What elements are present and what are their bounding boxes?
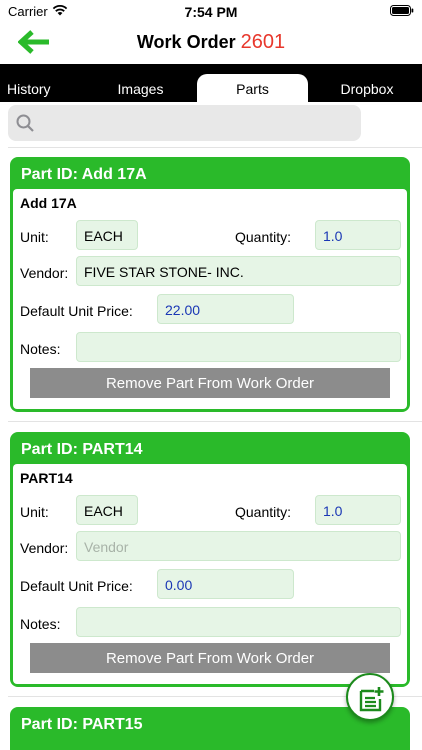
part-card-header: Part ID: PART14: [21, 441, 143, 458]
tab-history[interactable]: History: [0, 74, 88, 102]
notes-label: Notes:: [20, 616, 61, 632]
battery-icon: [390, 5, 414, 16]
default-unit-price-label: Default Unit Price:: [20, 303, 133, 319]
tab-dropbox[interactable]: Dropbox: [312, 74, 422, 102]
divider: [8, 147, 422, 148]
part-card-header: Part ID: Add 17A: [21, 166, 147, 183]
vendor-field[interactable]: FIVE STAR STONE- INC.: [76, 256, 401, 286]
search-input[interactable]: [42, 109, 352, 137]
notes-field[interactable]: [76, 607, 401, 637]
vendor-label: Vendor:: [20, 265, 69, 281]
clock: 7:54 PM: [184, 4, 238, 20]
page-title-text: Work Order: [136, 32, 236, 52]
add-note-button[interactable]: [346, 673, 394, 721]
quantity-label: Quantity:: [235, 504, 292, 520]
vendor-field[interactable]: Vendor: [76, 531, 401, 561]
vendor-label: Vendor:: [20, 540, 69, 556]
default-unit-price-field[interactable]: 22.00: [157, 294, 294, 324]
part-card-body: PART14 Unit: EACH Quantity: 1.0 Vendor: …: [13, 464, 407, 684]
unit-field[interactable]: EACH: [76, 220, 138, 250]
unit-label: Unit:: [20, 504, 49, 520]
note-add-icon: [359, 687, 384, 712]
part-name: Add 17A: [20, 195, 77, 211]
tab-bar: History Images Parts Dropbox: [0, 64, 422, 102]
remove-part-button[interactable]: Remove Part From Work Order: [30, 643, 390, 673]
magnifier-icon: [16, 114, 34, 132]
tab-images[interactable]: Images: [88, 74, 193, 102]
part-card-header: Part ID: PART15: [21, 716, 143, 733]
quantity-label: Quantity:: [235, 229, 292, 245]
search-bar: [8, 105, 361, 141]
remove-part-button[interactable]: Remove Part From Work Order: [30, 368, 390, 398]
divider: [8, 421, 422, 422]
default-unit-price-field[interactable]: 0.00: [157, 569, 294, 599]
notes-label: Notes:: [20, 341, 61, 357]
quantity-field[interactable]: 1.0: [315, 495, 401, 525]
part-card-body: Add 17A Unit: EACH Quantity: 1.0 Vendor:…: [13, 189, 407, 409]
nav-bar: Work Order 2601: [0, 24, 422, 64]
tab-parts[interactable]: Parts: [197, 74, 308, 102]
unit-label: Unit:: [20, 229, 49, 245]
part-card: Part ID: PART14 PART14 Unit: EACH Quanti…: [10, 432, 410, 687]
part-card: Part ID: PART15: [10, 707, 410, 750]
quantity-field[interactable]: 1.0: [315, 220, 401, 250]
part-name: PART14: [20, 470, 73, 486]
page-title: Work Order 2601: [0, 31, 422, 54]
work-order-number: 2601: [240, 31, 286, 53]
unit-field[interactable]: EACH: [76, 495, 138, 525]
notes-field[interactable]: [76, 332, 401, 362]
part-card: Part ID: Add 17A Add 17A Unit: EACH Quan…: [10, 157, 410, 412]
default-unit-price-label: Default Unit Price:: [20, 578, 133, 594]
status-bar: Carrier 7:54 PM: [0, 0, 422, 24]
